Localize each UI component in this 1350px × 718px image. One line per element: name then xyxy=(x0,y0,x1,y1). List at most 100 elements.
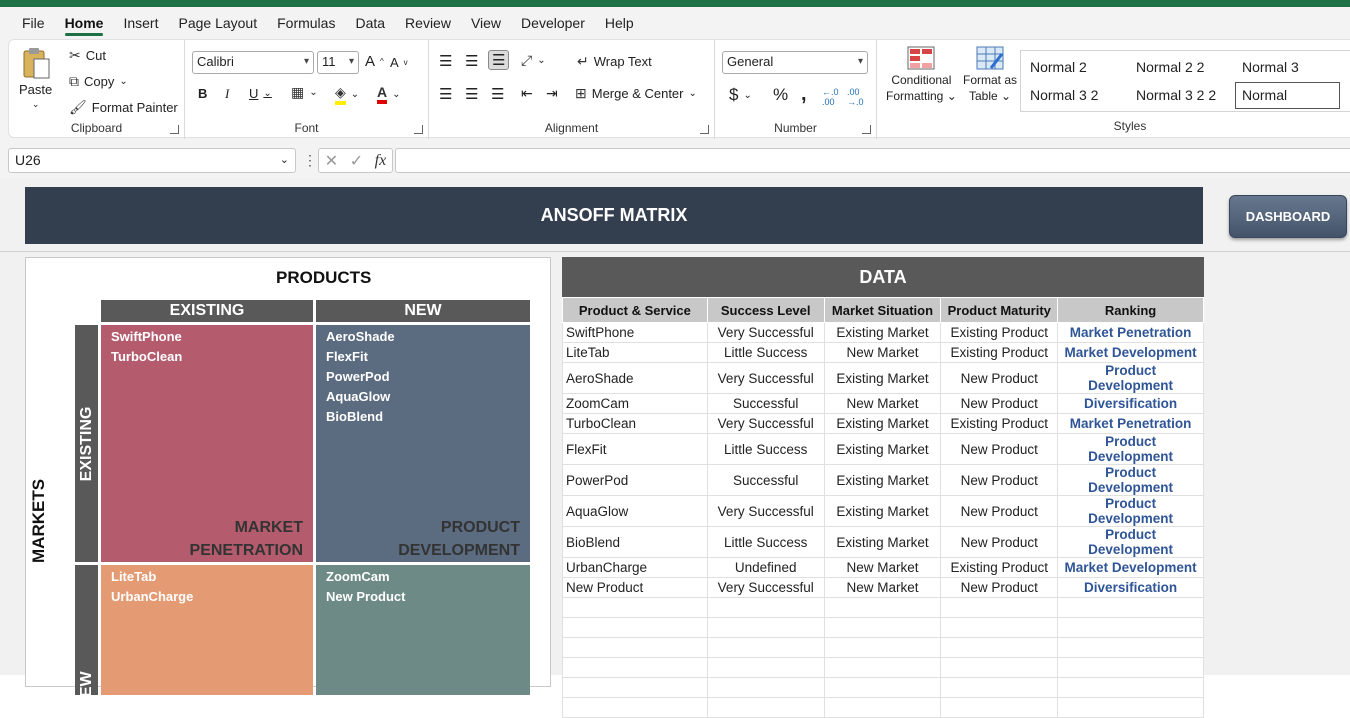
table-cell[interactable] xyxy=(823,597,942,618)
dashboard-button[interactable]: DASHBOARD xyxy=(1229,195,1347,238)
cancel-icon[interactable]: ✕ xyxy=(325,151,338,171)
table-row[interactable]: PowerPod Successful Existing Market New Pro… xyxy=(562,464,1204,496)
table-cell[interactable]: New Market xyxy=(823,577,942,598)
table-row[interactable]: BioBlend Little Success Existing Market New… xyxy=(562,526,1204,558)
table-cell[interactable]: New Product xyxy=(940,464,1059,496)
tab-view[interactable]: View xyxy=(461,7,511,39)
table-cell[interactable] xyxy=(562,617,708,638)
table-cell[interactable]: Product Development xyxy=(1057,464,1204,496)
cut-button[interactable]: ✂ Cut xyxy=(69,47,106,64)
table-cell[interactable] xyxy=(823,637,942,658)
table-cell[interactable]: New Product xyxy=(562,577,708,598)
table-cell[interactable]: ZoomCam xyxy=(562,393,708,414)
style-normal-3-2[interactable]: Normal 3 2 xyxy=(1030,87,1098,103)
table-cell[interactable] xyxy=(940,697,1059,718)
table-cell[interactable] xyxy=(562,597,708,618)
table-cell[interactable] xyxy=(1057,637,1204,658)
table-row[interactable] xyxy=(562,617,1204,638)
table-cell[interactable] xyxy=(823,677,942,698)
table-cell[interactable] xyxy=(1057,697,1204,718)
table-cell[interactable]: AeroShade xyxy=(562,362,708,394)
borders-button[interactable]: ▦ ⌄ xyxy=(291,84,318,101)
table-cell[interactable]: Existing Product xyxy=(940,413,1059,434)
increase-indent-icon[interactable]: ⇥ xyxy=(546,85,558,102)
paste-button[interactable]: Paste ⌄ xyxy=(19,46,52,110)
table-cell[interactable]: Very Successful xyxy=(706,362,825,394)
table-cell[interactable]: Market Development xyxy=(1057,557,1204,578)
table-cell[interactable]: Very Successful xyxy=(706,495,825,527)
table-cell[interactable]: Product Development xyxy=(1057,362,1204,394)
table-cell[interactable]: FlexFit xyxy=(562,433,708,465)
table-row[interactable]: FlexFit Little Success Existing Market New … xyxy=(562,433,1204,465)
table-cell[interactable]: Little Success xyxy=(706,526,825,558)
align-bottom-icon[interactable]: ☰ xyxy=(488,50,510,70)
table-cell[interactable]: Diversification xyxy=(1057,393,1204,414)
table-cell[interactable]: Existing Market xyxy=(823,526,942,558)
table-cell[interactable] xyxy=(706,677,825,698)
table-cell[interactable]: AquaGlow xyxy=(562,495,708,527)
table-cell[interactable] xyxy=(706,617,825,638)
style-normal-2-2[interactable]: Normal 2 2 xyxy=(1136,59,1204,75)
table-cell[interactable] xyxy=(823,617,942,638)
table-cell[interactable]: Very Successful xyxy=(706,577,825,598)
table-cell[interactable]: UrbanCharge xyxy=(562,557,708,578)
table-cell[interactable]: TurboClean xyxy=(562,413,708,434)
table-row[interactable]: New Product Very Successful New Market New … xyxy=(562,577,1204,598)
table-cell[interactable]: LiteTab xyxy=(562,342,708,363)
style-normal-2[interactable]: Normal 2 xyxy=(1030,59,1087,75)
name-box[interactable]: U26 ⌄ xyxy=(8,148,296,173)
decrease-font-size-button[interactable]: Av xyxy=(390,55,408,70)
font-size-select[interactable]: 11 ▾ xyxy=(317,51,359,74)
table-cell[interactable] xyxy=(562,677,708,698)
table-row[interactable] xyxy=(562,637,1204,658)
style-normal-3-2-2[interactable]: Normal 3 2 2 xyxy=(1136,87,1216,103)
table-cell[interactable]: New Product xyxy=(940,393,1059,414)
table-cell[interactable]: Market Development xyxy=(1057,342,1204,363)
table-cell[interactable] xyxy=(1057,677,1204,698)
table-row[interactable]: TurboClean Very Successful Existing Market… xyxy=(562,413,1204,434)
align-center-icon[interactable]: ☰ xyxy=(465,85,478,103)
tab-file[interactable]: File xyxy=(12,7,55,39)
table-cell[interactable] xyxy=(562,637,708,658)
tab-review[interactable]: Review xyxy=(395,7,461,39)
enter-check-icon[interactable]: ✓ xyxy=(350,151,363,171)
style-normal[interactable]: Normal xyxy=(1235,82,1340,109)
underline-button[interactable]: U ⌄ xyxy=(249,86,272,101)
fill-color-button[interactable]: ◈ ⌄ xyxy=(335,84,359,105)
dialog-launcher-icon[interactable] xyxy=(170,125,179,134)
table-cell[interactable]: Existing Market xyxy=(823,413,942,434)
font-name-select[interactable]: Calibri ▾ xyxy=(192,51,314,74)
tab-help[interactable]: Help xyxy=(595,7,644,39)
table-cell[interactable] xyxy=(562,697,708,718)
tab-formulas[interactable]: Formulas xyxy=(267,7,345,39)
format-as-table-button[interactable]: Format as Table ⌄ xyxy=(963,46,1017,104)
table-cell[interactable]: Diversification xyxy=(1057,577,1204,598)
table-cell[interactable]: Undefined xyxy=(706,557,825,578)
more-options-icon[interactable]: ⋮ xyxy=(303,152,317,169)
table-cell[interactable]: Existing Market xyxy=(823,433,942,465)
table-cell[interactable]: Existing Market xyxy=(823,495,942,527)
table-cell[interactable]: Existing Product xyxy=(940,322,1059,343)
tab-insert[interactable]: Insert xyxy=(113,7,168,39)
table-cell[interactable] xyxy=(706,697,825,718)
table-cell[interactable]: Existing Market xyxy=(823,322,942,343)
table-row[interactable]: AeroShade Very Successful Existing Market N… xyxy=(562,362,1204,394)
increase-decimal-icon[interactable]: ←.0.00 xyxy=(822,87,839,107)
table-cell[interactable]: SwiftPhone xyxy=(562,322,708,343)
table-cell[interactable] xyxy=(823,697,942,718)
merge-center-button[interactable]: ⊞ Merge & Center ⌄ xyxy=(575,85,697,102)
table-cell[interactable]: New Product xyxy=(940,577,1059,598)
decrease-indent-icon[interactable]: ⇤ xyxy=(521,85,533,102)
insert-function-icon[interactable]: fx xyxy=(375,152,387,170)
currency-button[interactable]: $ ⌄ xyxy=(729,85,752,105)
align-top-icon[interactable]: ☰ xyxy=(439,52,452,70)
table-cell[interactable] xyxy=(1057,617,1204,638)
table-cell[interactable]: Market Penetration xyxy=(1057,322,1204,343)
table-row[interactable]: UrbanCharge Undefined New Market Existing P… xyxy=(562,557,1204,578)
table-cell[interactable]: BioBlend xyxy=(562,526,708,558)
table-cell[interactable]: Very Successful xyxy=(706,322,825,343)
bold-button[interactable]: B xyxy=(198,86,207,101)
table-cell[interactable]: New Market xyxy=(823,393,942,414)
copy-button[interactable]: ⧉ Copy ⌄ xyxy=(69,73,128,90)
orientation-button[interactable]: ⤢ ⌄ xyxy=(521,52,546,69)
